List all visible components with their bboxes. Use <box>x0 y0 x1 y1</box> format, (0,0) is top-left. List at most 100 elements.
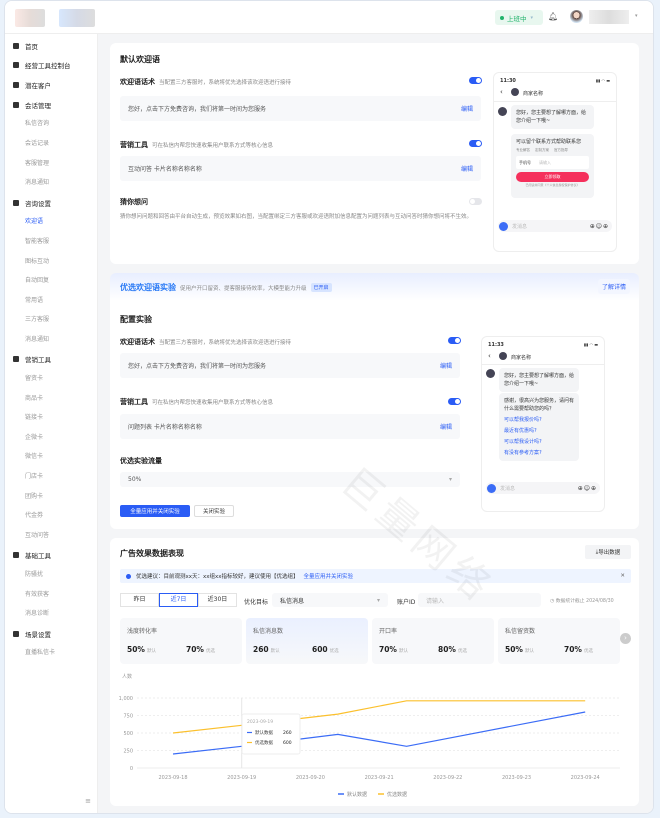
sidebar-item[interactable]: 常用语 <box>25 291 62 311</box>
sidebar-item[interactable]: 消息通知 <box>25 330 62 350</box>
menu-icon <box>13 101 19 108</box>
sidebar-item[interactable]: 私信咨询 <box>25 114 62 134</box>
status-dropdown[interactable]: 上班中 ▾ <box>495 10 543 25</box>
edit-tool-link[interactable]: 编辑 <box>440 422 452 431</box>
traffic-select[interactable]: 50% ▾ <box>120 472 460 487</box>
bell-icon[interactable]: 🔔︎ <box>548 12 558 21</box>
sidebar-item[interactable]: 客服管理 <box>25 154 62 174</box>
message-input[interactable]: 发消息 ⊕☺⊕ <box>498 220 612 232</box>
menu-icon <box>13 552 19 559</box>
sidebar-item[interactable]: 自动回复 <box>25 271 62 291</box>
sidebar-item[interactable]: 留资卡 <box>25 369 62 389</box>
range-tabs: 昨日 近7日 近30日 <box>120 593 237 607</box>
question-list-card: 感谢，很高兴为您服务，请问有什么需要帮助您的吗？ 可以帮我报价吗? 最近有优惠吗… <box>499 393 579 461</box>
question-link[interactable]: 有没有参考方案? <box>504 449 574 457</box>
x-tick-label: 2023-09-20 <box>296 775 325 781</box>
apply-and-close-button[interactable]: 全量应用并关闭实验 <box>120 505 190 517</box>
menu-icon <box>13 356 19 363</box>
question-link[interactable]: 可以帮我报价吗? <box>504 416 574 424</box>
sidebar-item[interactable]: 防骚扰 <box>25 565 62 585</box>
sidebar-item[interactable]: 企微卡 <box>25 428 62 448</box>
chevron-down-icon[interactable]: ▾ <box>635 13 638 19</box>
scroll-right-button[interactable]: › <box>620 633 631 644</box>
sidebar-item[interactable]: 消息诊断 <box>25 604 62 624</box>
sidebar-item[interactable]: 商品卡 <box>25 389 62 409</box>
sidebar-item[interactable]: 互动问答 <box>25 526 62 546</box>
sidebar-item[interactable]: 团购卡 <box>25 487 62 507</box>
sidebar-group[interactable]: 潜在客户 <box>5 75 97 95</box>
phone-field[interactable]: 手机号 请输入 <box>516 156 589 169</box>
sidebar-group[interactable]: 经营工具控制台 <box>5 56 97 76</box>
script-toggle[interactable] <box>448 337 461 344</box>
y-tick-label: 500 <box>123 731 133 737</box>
message-input[interactable]: 发消息 ⊕☺⊕ <box>486 482 600 494</box>
close-icon[interactable]: ✕ <box>620 573 625 579</box>
edit-script-link[interactable]: 编辑 <box>461 104 473 113</box>
tool-toggle[interactable] <box>469 140 482 147</box>
username-blurred <box>589 10 629 24</box>
sidebar-item[interactable]: 图标互动 <box>25 252 62 272</box>
metric-card[interactable]: 私信留资数 50% 默认 70% 优选 <box>498 618 620 664</box>
sidebar-item[interactable]: 会话记录 <box>25 134 62 154</box>
export-button[interactable]: ⤓ 导出数据 <box>585 545 631 559</box>
range-tab[interactable]: 近7日 <box>159 593 198 607</box>
sidebar-item[interactable]: 欢迎语 <box>25 212 62 232</box>
phone-preview: 11:33 ▮▮ ◠ ▬ ‹ 商家名称 您好，您主要想了解哪方面，给您介绍一下哦… <box>481 336 605 512</box>
question-link[interactable]: 可以帮我设计吗? <box>504 438 574 446</box>
sidebar-group[interactable]: 首页 <box>5 36 97 56</box>
back-icon: ‹ <box>488 352 491 360</box>
emoji-plus-icons[interactable]: ⊕☺⊕ <box>590 223 609 230</box>
status-badge: 已开启 <box>310 283 332 292</box>
main-content: 默认欢迎语 欢迎语话术 当配置三方客服时，系统将优先选择该欢迎语进行接待 您好，点… <box>98 34 653 813</box>
sidebar-group[interactable]: 场景设置 <box>5 624 97 644</box>
tool-label: 营销工具 <box>120 398 148 406</box>
sidebar-group[interactable]: 基础工具 <box>5 545 97 565</box>
emoji-plus-icons[interactable]: ⊕☺⊕ <box>578 485 597 492</box>
metric-card[interactable]: 私信消息数 260 默认 600 优选 <box>246 618 368 664</box>
merchant-avatar <box>486 369 495 378</box>
sidebar-group[interactable]: 会话管理 <box>5 95 97 115</box>
sidebar-item[interactable]: 门店卡 <box>25 467 62 487</box>
y-tick-label: 750 <box>123 714 133 720</box>
chevron-down-icon: ▾ <box>448 476 452 483</box>
collapse-icon[interactable]: ≡ <box>85 797 91 805</box>
status-label: 上班中 <box>507 14 527 23</box>
learn-more-button[interactable]: 了解详情 <box>598 279 631 294</box>
chevron-down-icon: ▾ <box>530 14 534 21</box>
close-experiment-button[interactable]: 关闭实验 <box>194 505 234 517</box>
sidebar-item[interactable]: 直播私信卡 <box>25 643 62 663</box>
sidebar-item[interactable]: 三方客服 <box>25 310 62 330</box>
tool-content: 互动问答 卡片名称名称名称 <box>128 166 202 173</box>
guess-toggle[interactable] <box>469 198 482 205</box>
range-tab[interactable]: 近30日 <box>198 593 237 607</box>
tool-content-box: 互动问答 卡片名称名称名称 编辑 <box>120 156 481 181</box>
sidebar-item[interactable]: 微信卡 <box>25 447 62 467</box>
question-link[interactable]: 最近有优惠吗? <box>504 427 574 435</box>
y-tick-label: 0 <box>130 766 133 772</box>
tooltip-row-value: 260 <box>283 730 292 736</box>
metric-card[interactable]: 开口率 70% 默认 80% 优选 <box>372 618 494 664</box>
sidebar-item[interactable]: 链接卡 <box>25 408 62 428</box>
notice-link[interactable]: 全量应用并关闭实验 <box>304 572 354 580</box>
sidebar-item[interactable]: 代金券 <box>25 506 62 526</box>
line-chart: 人数 0 250 500 750 1,000 2023-09-18 2023-09-19 202… <box>119 673 620 798</box>
submit-button[interactable]: 立即领取 <box>516 172 589 182</box>
avatar[interactable] <box>570 10 583 23</box>
experiment-header: 优选欢迎语实验 促用户开口留资、提客服接待效率，大模型能力升级 已开启 <box>120 282 332 293</box>
edit-tool-link[interactable]: 编辑 <box>461 164 473 173</box>
script-toggle[interactable] <box>469 77 482 84</box>
goal-select[interactable]: 私信消息 ▾ <box>272 593 388 607</box>
sidebar-item[interactable]: 消息通知 <box>25 173 62 193</box>
traffic-label: 优选实验流量 <box>120 457 162 465</box>
x-tick-label: 2023-09-22 <box>433 775 462 781</box>
sidebar-group[interactable]: 营销工具 <box>5 350 97 370</box>
camera-icon[interactable] <box>499 221 508 231</box>
sidebar-item[interactable]: 智能客服 <box>25 232 62 252</box>
metric-card[interactable]: 浅度转化率 50% 默认 70% 优选 <box>120 618 242 664</box>
range-tab[interactable]: 昨日 <box>120 593 159 607</box>
sidebar-item[interactable]: 有效获客 <box>25 585 62 605</box>
sidebar-group[interactable]: 咨询设置 <box>5 193 97 213</box>
tool-toggle[interactable] <box>448 398 461 405</box>
edit-script-link[interactable]: 编辑 <box>440 361 452 370</box>
camera-icon[interactable] <box>487 483 496 493</box>
